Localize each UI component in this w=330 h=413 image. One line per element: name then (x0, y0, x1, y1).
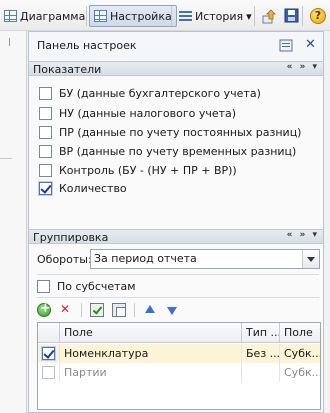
row-checkbox-cell[interactable] (38, 363, 60, 382)
history-icon (179, 10, 192, 22)
add-row-icon[interactable] (37, 301, 51, 317)
history-button-label: История (195, 9, 244, 23)
toolbar-separator (134, 303, 135, 317)
toolbar: Диаграмма Настройка История ▾ ? (0, 0, 330, 31)
checkbox-checked[interactable] (39, 181, 52, 195)
toolbar-separator (171, 6, 172, 26)
settings-icon (94, 10, 107, 22)
grouping-section-header: Группировка « » ▾ (29, 229, 323, 244)
toolbar-separator (81, 303, 82, 317)
indicators-title: Показатели (33, 63, 102, 76)
checkbox[interactable] (39, 163, 52, 177)
diagram-button-label: Диаграмма (20, 9, 86, 23)
column-header-check (38, 323, 60, 343)
floppy-disk-icon (284, 8, 299, 23)
indicator-item-nu[interactable]: НУ (данные налогового учета) (39, 104, 236, 122)
grouping-table: Поле Тип ... Поле Номенклатура Без ... С… (37, 322, 321, 410)
indicator-item-control[interactable]: Контроль (БУ - (НУ + ПР + ВР)) (39, 161, 237, 179)
diagram-button[interactable]: Диаграмма (0, 5, 89, 27)
close-icon[interactable]: ✕ (305, 37, 316, 52)
by-subaccounts-toggle[interactable]: По субсчетам (37, 277, 136, 295)
toolbar-separator (86, 6, 87, 26)
delete-row-icon[interactable] (59, 302, 73, 317)
report-gridline (0, 158, 12, 159)
checkbox[interactable] (39, 106, 52, 120)
turnover-select-value: За период отчета (94, 252, 197, 265)
indicator-label: Контроль (БУ - (НУ + ПР + ВР)) (59, 163, 237, 177)
row-field[interactable]: Номенклатура (60, 344, 242, 363)
row-type[interactable]: Без ... (242, 344, 280, 363)
checkbox[interactable] (39, 144, 52, 158)
toolbar-separator (302, 6, 303, 26)
turnover-label: Обороты: (37, 253, 92, 266)
settings-panel: Панель настроек ✕ Показатели « » ▾ БУ (д… (28, 31, 324, 413)
uncheck-all-icon[interactable] (112, 303, 126, 317)
row-checkbox-cell[interactable] (38, 344, 60, 363)
panel-title: Панель настроек (37, 39, 137, 52)
panel-settings-icon[interactable] (279, 39, 293, 56)
help-button[interactable]: ? (306, 5, 330, 27)
row-type[interactable] (242, 363, 280, 382)
column-header-field[interactable]: Поле (60, 323, 242, 343)
move-up-icon[interactable] (143, 303, 157, 317)
toolbar-separator (254, 6, 255, 26)
settings-panel-header: Панель настроек ✕ (29, 32, 323, 60)
indicators-section-header: Показатели « » ▾ (29, 61, 323, 76)
report-area-edge (0, 31, 27, 413)
indicator-label: ПР (данные по учету постоянных разниц) (59, 125, 302, 139)
checkbox[interactable] (39, 125, 52, 139)
section-nav-icon[interactable]: « » ▾ (287, 62, 319, 72)
section-nav-icon[interactable]: « » ▾ (287, 230, 319, 240)
indicator-label: Количество (59, 181, 127, 195)
row-field2[interactable]: Субк... (280, 344, 320, 363)
column-header-type[interactable]: Тип ... (242, 323, 280, 343)
grouping-title: Группировка (33, 231, 109, 244)
indicator-item-quantity[interactable]: Количество (39, 179, 127, 197)
divider (37, 274, 319, 275)
restore-settings-icon (262, 9, 276, 24)
indicator-item-bu[interactable]: БУ (данные бухгалтерского учета) (39, 84, 261, 102)
column-header-field2[interactable]: Поле (280, 323, 320, 343)
indicator-item-pr[interactable]: ПР (данные по учету постоянных разниц) (39, 123, 301, 141)
checkbox[interactable] (39, 86, 52, 100)
indicator-item-vr[interactable]: ВР (данные по учету временных разниц) (39, 142, 296, 160)
indicator-label: БУ (данные бухгалтерского учета) (59, 86, 261, 100)
cursor-mark (9, 38, 15, 46)
move-down-icon[interactable] (165, 303, 179, 317)
row-field2[interactable]: Субк... (280, 363, 320, 382)
indicator-label: ВР (данные по учету временных разниц) (59, 144, 297, 158)
settings-button[interactable]: Настройка (89, 5, 177, 27)
save-settings-button[interactable] (280, 5, 304, 27)
check-all-icon[interactable] (90, 303, 104, 317)
checkbox[interactable] (37, 279, 50, 293)
turnover-select[interactable]: За период отчета (90, 249, 320, 269)
history-button[interactable]: История ▾ (175, 5, 256, 27)
checkbox[interactable] (42, 366, 55, 379)
chevron-down-icon: ▾ (246, 9, 252, 23)
divider (37, 297, 319, 298)
restore-settings-button[interactable] (258, 5, 282, 27)
grouping-grid-toolbar (37, 301, 179, 318)
row-field[interactable]: Партии (60, 363, 242, 382)
indicator-label: НУ (данные налогового учета) (59, 106, 237, 120)
chevron-down-icon[interactable] (302, 250, 319, 268)
checkbox-checked[interactable] (42, 347, 55, 360)
by-subaccounts-label: По субсчетам (57, 279, 136, 293)
settings-button-label: Настройка (110, 9, 172, 23)
help-icon: ? (310, 8, 326, 24)
diagram-icon (4, 10, 17, 22)
